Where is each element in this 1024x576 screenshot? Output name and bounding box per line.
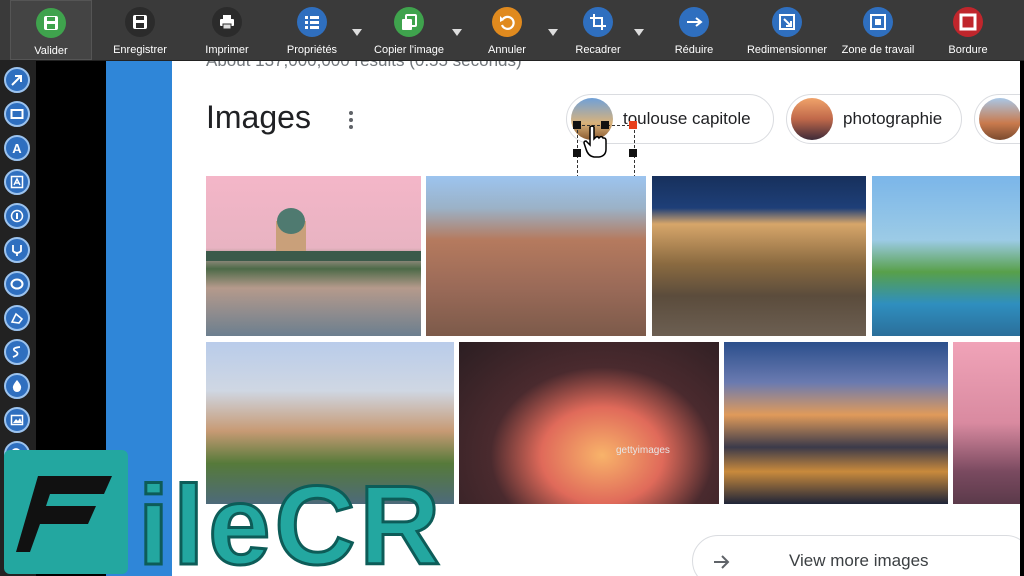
eraser-tool-icon[interactable] <box>4 305 30 331</box>
chip-photographie[interactable]: photographie <box>786 94 962 144</box>
copy-image-dropdown-caret[interactable] <box>452 29 462 36</box>
undo-dropdown-caret[interactable] <box>548 29 558 36</box>
copy-image-button[interactable]: Copier l'image <box>372 0 446 60</box>
selection-handle[interactable] <box>573 121 581 129</box>
reduce-icon <box>679 7 709 37</box>
properties-list-icon <box>297 7 327 37</box>
floppy-icon <box>125 7 155 37</box>
more-options-icon[interactable] <box>348 109 354 131</box>
reduce-button[interactable]: Réduire <box>665 0 723 60</box>
copy-image-label: Copier l'image <box>374 44 444 56</box>
text-tool-glyph: A <box>12 140 22 156</box>
chip-thumbnail <box>791 98 833 140</box>
chip-label: toulouse capitole <box>623 109 751 128</box>
copy-image-icon <box>394 7 424 37</box>
crop-label: Recadrer <box>575 44 621 56</box>
image-tool-icon[interactable] <box>4 407 30 433</box>
images-heading: Images <box>206 99 311 135</box>
reduce-label: Réduire <box>674 44 714 56</box>
crop-dropdown-caret[interactable] <box>634 29 644 36</box>
arrow-right-icon <box>714 555 730 569</box>
freehand-tool-icon[interactable] <box>4 339 30 365</box>
chip-thumbnail <box>979 98 1020 140</box>
ellipse-tool-icon[interactable] <box>4 271 30 297</box>
work-area-button[interactable]: Zone de travail <box>838 0 918 60</box>
image-result-pont-saint-pierre[interactable] <box>206 176 421 336</box>
rectangle-tool-icon[interactable] <box>4 101 30 127</box>
border-button[interactable]: Bordure <box>940 0 996 60</box>
resize-button[interactable]: Redimensionner <box>744 0 830 60</box>
save-check-icon <box>36 8 66 38</box>
image-result-garonne-day[interactable] <box>872 176 1020 336</box>
work-area-icon <box>863 7 893 37</box>
toolbar: Valider Enregistrer Imprimer Propriétés … <box>0 0 1024 61</box>
selection-handle[interactable] <box>629 149 637 157</box>
undo-button[interactable]: Annuler <box>478 0 536 60</box>
border-label: Bordure <box>948 44 988 56</box>
view-more-images-button[interactable]: View more images <box>692 535 1020 576</box>
text-tool-icon[interactable]: A <box>4 135 30 161</box>
photo-credit: gettyimages <box>616 445 670 456</box>
printer-icon <box>212 7 242 37</box>
filecr-watermark-logo: ileCR <box>4 450 444 576</box>
number-tool-icon[interactable] <box>4 203 30 229</box>
image-result-aerial-city[interactable] <box>426 176 646 336</box>
print-button[interactable]: Imprimer <box>197 0 257 60</box>
arrow-tool-icon[interactable] <box>4 67 30 93</box>
properties-button[interactable]: Propriétés <box>282 0 342 60</box>
results-count: About 137,000,000 results (0.55 seconds) <box>206 61 522 71</box>
image-result-partial[interactable] <box>953 342 1020 504</box>
blur-tool-icon[interactable] <box>4 373 30 399</box>
work-area-label: Zone de travail <box>841 44 915 56</box>
resize-icon <box>772 7 802 37</box>
print-label: Imprimer <box>205 44 249 56</box>
validate-button[interactable]: Valider <box>10 0 92 60</box>
highlighter-tool-icon[interactable] <box>4 237 30 263</box>
image-result-arch-sunset[interactable]: gettyimages <box>459 342 719 504</box>
textbox-tool-icon[interactable] <box>4 169 30 195</box>
save-label: Enregistrer <box>113 44 167 56</box>
properties-label: Propriétés <box>286 44 338 56</box>
image-result-capitole-night[interactable] <box>652 176 866 336</box>
image-result-bridge-lights[interactable] <box>724 342 948 504</box>
chip-label: photographie <box>843 109 943 128</box>
save-button[interactable]: Enregistrer <box>108 0 172 60</box>
crop-icon <box>583 7 613 37</box>
view-more-label: View more images <box>789 551 929 570</box>
selection-handle[interactable] <box>573 149 581 157</box>
chip-partial[interactable] <box>974 94 1020 144</box>
dome-illustration <box>206 208 421 261</box>
selection-rotate-handle[interactable] <box>629 121 637 129</box>
validate-label: Valider <box>34 45 68 57</box>
undo-label: Annuler <box>488 44 526 56</box>
hand-cursor-icon <box>583 125 607 158</box>
properties-dropdown-caret[interactable] <box>352 29 362 36</box>
svg-text:ileCR: ileCR <box>138 463 444 576</box>
resize-label: Redimensionner <box>746 44 828 56</box>
crop-button[interactable]: Recadrer <box>568 0 628 60</box>
border-icon <box>953 7 983 37</box>
undo-icon <box>492 7 522 37</box>
